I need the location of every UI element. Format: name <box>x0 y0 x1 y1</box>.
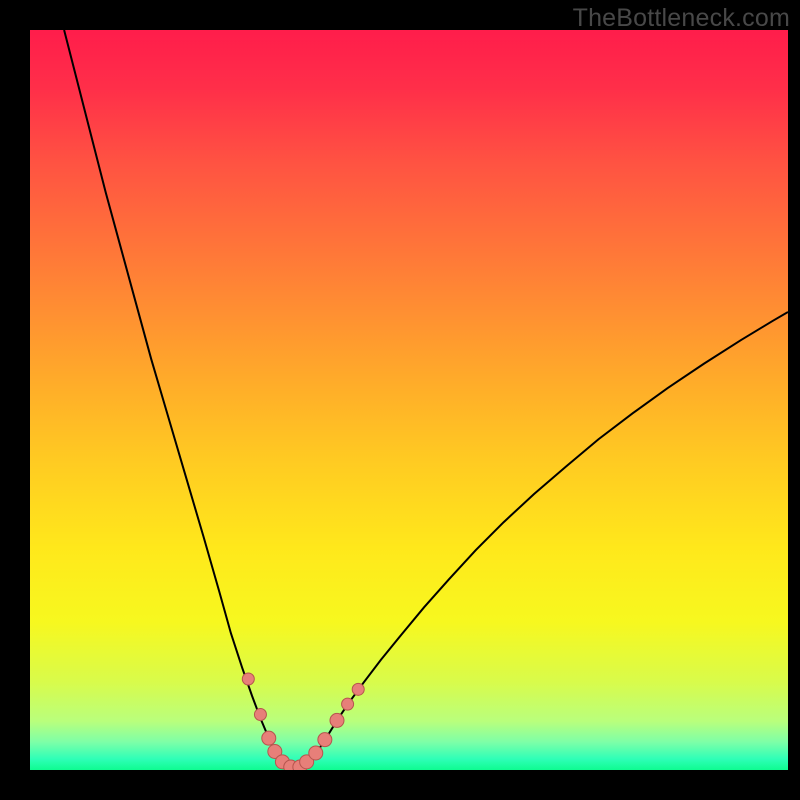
valley-marker <box>330 713 344 727</box>
valley-marker <box>242 673 254 685</box>
valley-marker <box>352 683 364 695</box>
plot-background <box>30 30 788 770</box>
valley-marker <box>318 733 332 747</box>
valley-marker <box>262 731 276 745</box>
valley-marker <box>342 698 354 710</box>
watermark-text: TheBottleneck.com <box>573 4 790 33</box>
chart-frame: TheBottleneck.com <box>0 0 800 800</box>
bottleneck-chart <box>0 0 800 800</box>
valley-marker <box>309 746 323 760</box>
valley-marker <box>254 709 266 721</box>
